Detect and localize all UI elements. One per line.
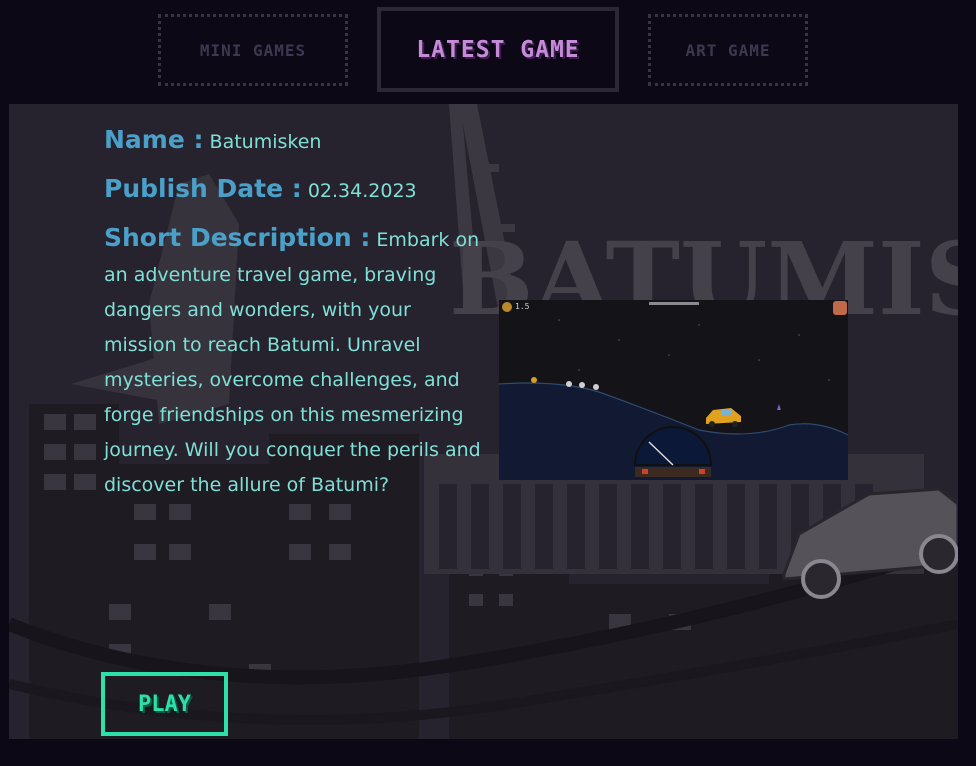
coin-icon (502, 302, 512, 312)
tab-mini-games-label: MINI GAMES (199, 40, 307, 60)
game-info: Name : Batumisken Publish Date : 02.34.2… (104, 122, 489, 514)
game-description: Embark on an adventure travel game, brav… (104, 229, 481, 496)
play-button[interactable]: PLAY (101, 672, 228, 736)
game-name: Batumisken (209, 131, 322, 153)
name-label: Name : (104, 125, 204, 154)
publish-date-label: Publish Date : (104, 174, 302, 203)
tab-art-game[interactable]: ART GAME (648, 14, 808, 86)
tab-art-game-label: ART GAME (685, 40, 771, 60)
publish-date: 02.34.2023 (307, 180, 417, 202)
play-button-label: PLAY (138, 691, 191, 717)
game-screenshot: 1.5 (499, 300, 848, 480)
tab-mini-games[interactable]: MINI GAMES (158, 14, 348, 86)
game-panel: BATUMISK (9, 104, 958, 739)
tab-latest-game[interactable]: LATEST GAME (377, 7, 619, 92)
pause-icon (833, 301, 847, 315)
description-label: Short Description : (104, 223, 371, 252)
hud-value: 1.5 (515, 302, 530, 311)
tab-latest-game-label: LATEST GAME (416, 36, 580, 63)
